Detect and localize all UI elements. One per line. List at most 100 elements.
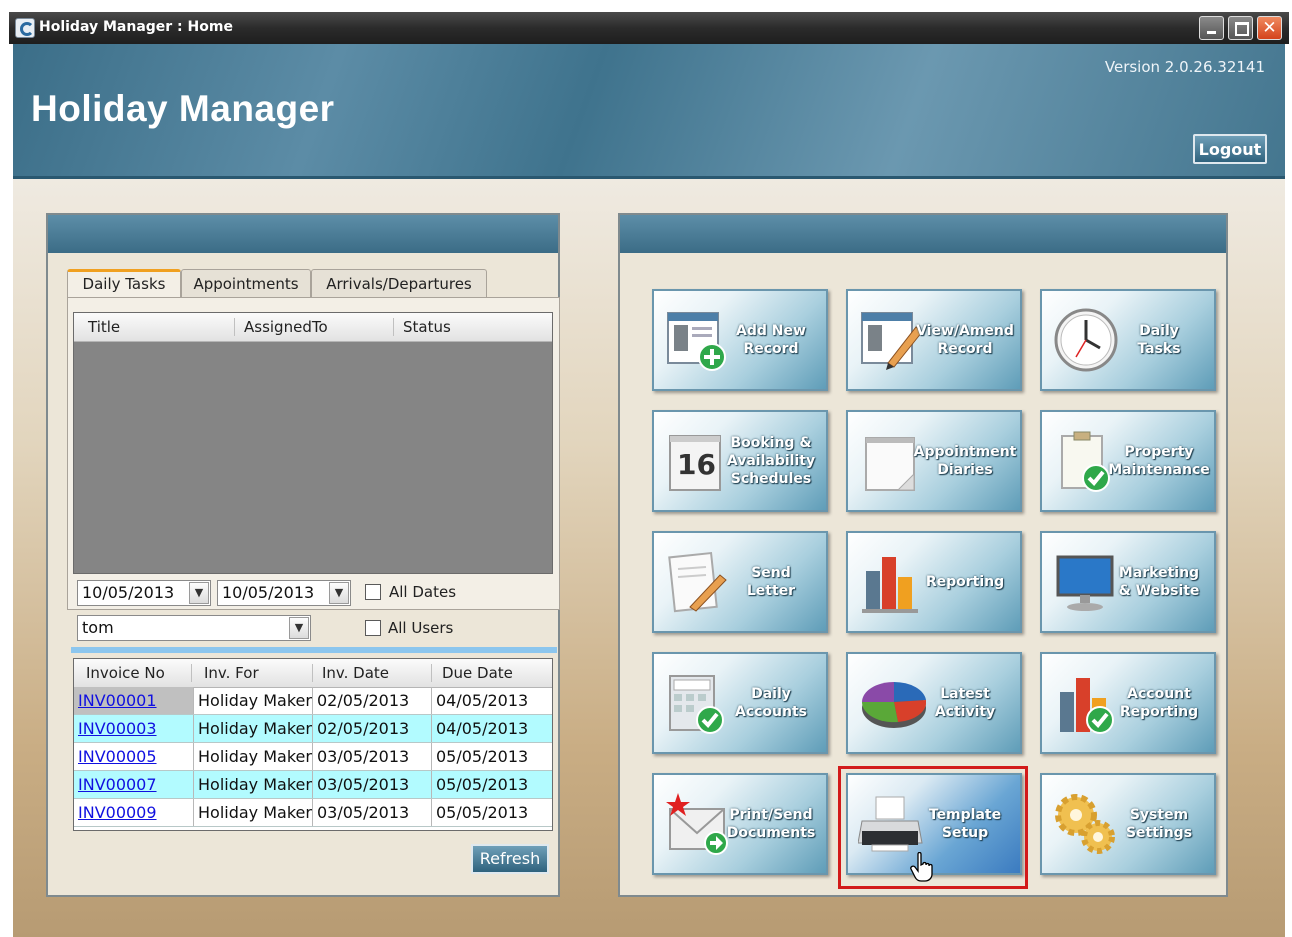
date-to-value: 10/05/2013	[222, 583, 315, 602]
invoice-link[interactable]: INV00005	[74, 743, 194, 770]
invoice-due-date: 05/05/2013	[436, 803, 529, 822]
table-row[interactable]: INV00001 Holiday Maker 02/05/2013 04/05/…	[74, 687, 552, 715]
invoice-due-date: 05/05/2013	[436, 747, 529, 766]
invoice-grid[interactable]: Invoice No Inv. For Inv. Date Due Date I…	[73, 658, 553, 831]
table-row[interactable]: INV00005 Holiday Maker 03/05/2013 05/05/…	[74, 743, 552, 771]
reporting-button[interactable]: Reporting	[846, 531, 1022, 633]
property-maintenance-button[interactable]: Property Maintenance	[1040, 410, 1216, 512]
tasks-grid-header: Title AssignedTo Status	[74, 313, 552, 342]
tile-label: Daily Accounts	[734, 686, 807, 720]
column-header-title[interactable]: Title	[88, 318, 120, 336]
calendar-day-text: 16	[677, 448, 716, 481]
column-header-due-date[interactable]: Due Date	[442, 664, 513, 682]
account-reporting-button[interactable]: Account Reporting	[1040, 652, 1216, 754]
marketing-website-button[interactable]: Marketing & Website	[1040, 531, 1216, 633]
tile-label: Appointment Diaries	[913, 444, 1017, 478]
column-separator	[431, 664, 432, 682]
tile-label: Latest Activity	[934, 686, 996, 720]
table-row[interactable]: INV00007 Holiday Maker 03/05/2013 05/05/…	[74, 771, 552, 799]
refresh-button[interactable]: Refresh	[471, 844, 549, 874]
maximize-button[interactable]	[1228, 16, 1253, 40]
invoice-link[interactable]: INV00003	[74, 715, 194, 742]
user-value: tom	[82, 618, 114, 637]
tile-label: Reporting	[925, 574, 1005, 590]
minimize-button[interactable]	[1199, 16, 1224, 40]
tile-label: Daily Tasks	[1137, 323, 1181, 357]
invoice-link[interactable]: INV00009	[74, 799, 194, 826]
tile-label: Account Reporting	[1119, 686, 1199, 720]
invoice-link[interactable]: INV00007	[74, 771, 194, 798]
invoice-for: Holiday Maker	[194, 715, 313, 742]
send-letter-button[interactable]: Send Letter	[652, 531, 828, 633]
hand-cursor-icon	[910, 852, 933, 882]
title-bar[interactable]: Holiday Manager : Home ✕	[9, 12, 1289, 44]
logout-button[interactable]: Logout	[1193, 134, 1267, 164]
date-from-value: 10/05/2013	[82, 583, 175, 602]
invoice-due-date: 04/05/2013	[436, 719, 529, 738]
column-header-inv-date[interactable]: Inv. Date	[322, 664, 389, 682]
print-send-documents-button[interactable]: Print/Send Documents	[652, 773, 828, 875]
date-from-picker[interactable]: 10/05/2013 ▼	[77, 580, 211, 606]
appointment-diaries-button[interactable]: Appointment Diaries	[846, 410, 1022, 512]
column-separator	[234, 318, 235, 336]
tile-label: View/Amend Record	[916, 323, 1014, 357]
tile-label: System Settings	[1125, 807, 1193, 841]
invoice-for: Holiday Maker	[194, 687, 313, 714]
all-users-label: All Users	[388, 619, 454, 637]
column-header-inv-for[interactable]: Inv. For	[204, 664, 259, 682]
tab-arrivals-departures[interactable]: Arrivals/Departures	[311, 269, 487, 297]
add-new-record-button[interactable]: Add New Record	[652, 289, 828, 391]
tile-label: Add New Record	[736, 323, 806, 357]
tasks-grid[interactable]: Title AssignedTo Status	[73, 312, 553, 574]
tab-daily-tasks[interactable]: Daily Tasks	[67, 269, 181, 297]
invoice-for: Holiday Maker	[194, 799, 313, 826]
latest-activity-button[interactable]: Latest Activity	[846, 652, 1022, 754]
tile-label: Booking & Availability Schedules	[726, 435, 816, 487]
all-dates-checkbox[interactable]	[365, 584, 381, 600]
column-separator	[312, 664, 313, 682]
invoice-due-date: 04/05/2013	[436, 691, 529, 710]
column-separator	[393, 318, 394, 336]
invoice-for: Holiday Maker	[194, 743, 313, 770]
column-header-status[interactable]: Status	[403, 318, 451, 336]
version-label: Version 2.0.26.32141	[1104, 58, 1265, 76]
column-header-invoice-no[interactable]: Invoice No	[86, 664, 165, 682]
invoice-date: 03/05/2013	[313, 771, 432, 798]
column-header-assignedto[interactable]: AssignedTo	[244, 318, 328, 336]
invoice-for: Holiday Maker	[194, 771, 313, 798]
section-divider	[71, 647, 557, 653]
close-button[interactable]: ✕	[1257, 16, 1282, 40]
invoice-grid-header: Invoice No Inv. For Inv. Date Due Date	[74, 659, 552, 688]
app-heading: Holiday Manager	[31, 88, 335, 129]
system-settings-button[interactable]: System Settings	[1040, 773, 1216, 875]
tile-label: Property Maintenance	[1108, 444, 1210, 478]
app-header: Holiday Manager Version 2.0.26.32141 Log…	[13, 44, 1285, 179]
column-separator	[191, 664, 192, 682]
window-title: Holiday Manager : Home	[39, 19, 233, 35]
view-amend-record-button[interactable]: View/Amend Record	[846, 289, 1022, 391]
table-row[interactable]: INV00003 Holiday Maker 02/05/2013 04/05/…	[74, 715, 552, 743]
tile-label: Marketing & Website	[1118, 565, 1200, 599]
chevron-down-icon[interactable]: ▼	[329, 582, 349, 604]
table-row[interactable]: INV00009 Holiday Maker 03/05/2013 05/05/…	[74, 799, 552, 827]
all-users-checkbox[interactable]	[365, 620, 381, 636]
date-to-picker[interactable]: 10/05/2013 ▼	[217, 580, 351, 606]
invoice-date: 03/05/2013	[313, 743, 432, 770]
booking-availability-button[interactable]: 16 Booking & Availability Schedules	[652, 410, 828, 512]
menu-panel-header	[620, 215, 1226, 253]
tasks-panel-header	[48, 215, 558, 253]
invoice-date: 02/05/2013	[313, 715, 432, 742]
all-dates-label: All Dates	[389, 583, 457, 601]
daily-accounts-button[interactable]: Daily Accounts	[652, 652, 828, 754]
chevron-down-icon[interactable]: ▼	[189, 582, 209, 604]
user-select[interactable]: tom ▼	[77, 615, 311, 641]
tab-appointments[interactable]: Appointments	[181, 269, 311, 297]
app-icon	[15, 18, 35, 38]
daily-tasks-button[interactable]: Daily Tasks	[1040, 289, 1216, 391]
tile-label: Send Letter	[746, 565, 796, 599]
invoice-date: 03/05/2013	[313, 799, 432, 826]
invoice-link[interactable]: INV00001	[74, 687, 194, 714]
invoice-due-date: 05/05/2013	[436, 775, 529, 794]
invoice-date: 02/05/2013	[313, 687, 432, 714]
chevron-down-icon[interactable]: ▼	[289, 617, 309, 639]
